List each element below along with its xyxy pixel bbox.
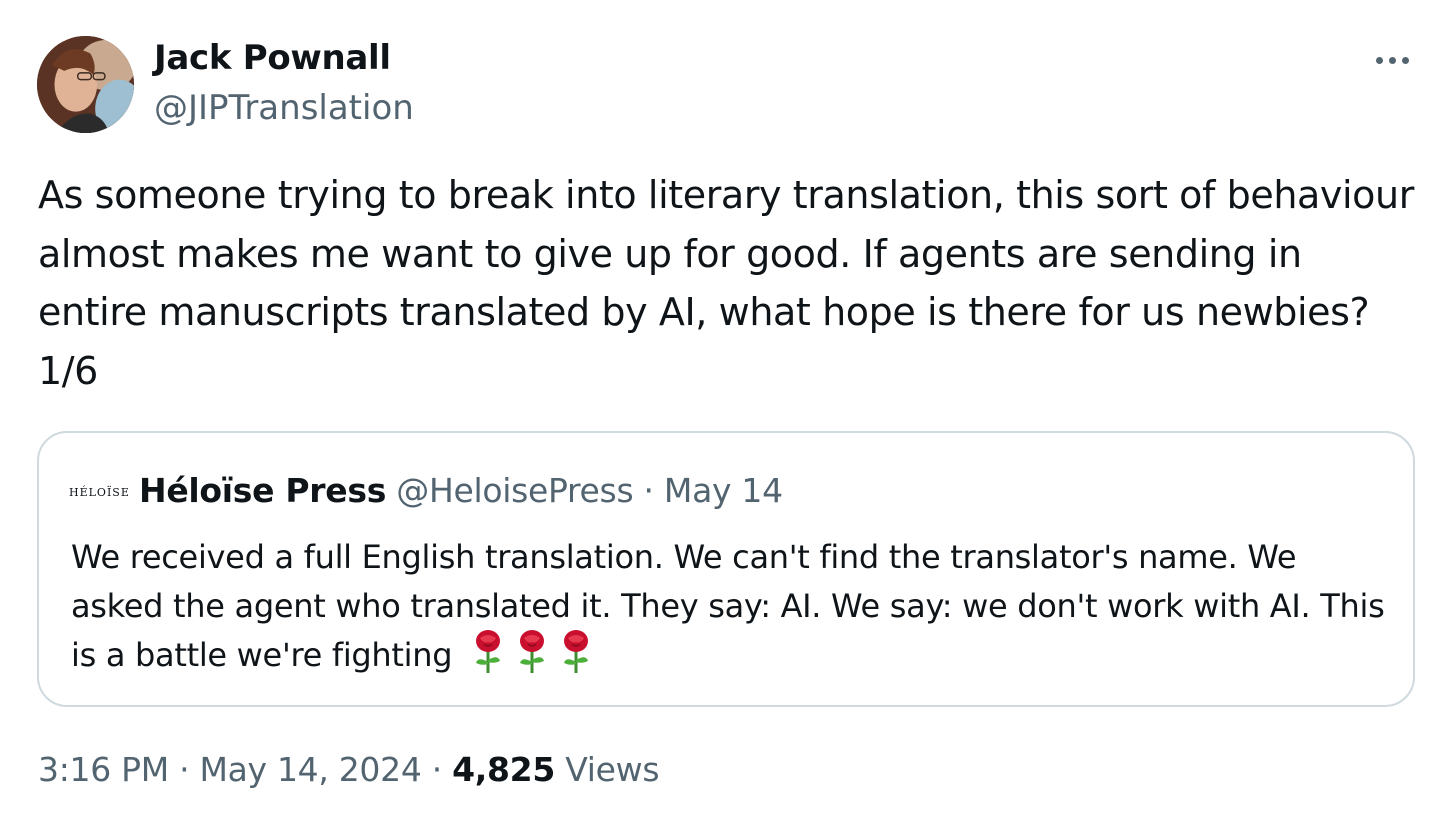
- views-count: 4,825: [452, 750, 555, 789]
- author-avatar[interactable]: [37, 36, 134, 133]
- quoted-tweet-card[interactable]: HÉLOÏSE Héloïse Press @HeloisePress · Ma…: [37, 431, 1415, 707]
- footer-separator: ·: [168, 750, 200, 789]
- rose-icon: [514, 630, 550, 688]
- quoted-author-handle[interactable]: @HeloisePress: [396, 471, 633, 510]
- author-display-name[interactable]: Jack Pownall: [154, 38, 391, 78]
- quoted-tweet-date[interactable]: May 14: [664, 471, 783, 510]
- views-label: Views: [565, 750, 660, 789]
- more-horizontal-icon: [1388, 56, 1396, 64]
- rose-icon: [558, 630, 594, 688]
- tweet-text: As someone trying to break into literary…: [38, 173, 1414, 393]
- author-handle[interactable]: @JIPTranslation: [154, 88, 414, 128]
- more-horizontal-icon: [1375, 56, 1383, 64]
- quoted-separator: ·: [633, 471, 664, 510]
- tweet-footer: 3:16 PM · May 14, 2024 · 4,825 Views: [38, 750, 660, 789]
- footer-separator: ·: [421, 750, 453, 789]
- rose-icon: [470, 630, 506, 688]
- avatar-photo: [37, 36, 134, 133]
- quoted-tweet-text-container: We received a full English translation. …: [71, 533, 1391, 688]
- tweet-date[interactable]: May 14, 2024: [199, 750, 421, 789]
- quoted-tweet-text: We received a full English translation. …: [71, 538, 1385, 674]
- quoted-author-display-name[interactable]: Héloïse Press: [139, 471, 386, 510]
- tweet-time[interactable]: 3:16 PM: [38, 750, 169, 789]
- quoted-tweet-header: Héloïse Press @HeloisePress · May 14: [139, 471, 783, 510]
- quoted-author-avatar[interactable]: HÉLOÏSE: [69, 486, 130, 499]
- more-options-button[interactable]: [1370, 42, 1414, 78]
- more-horizontal-icon: [1401, 56, 1409, 64]
